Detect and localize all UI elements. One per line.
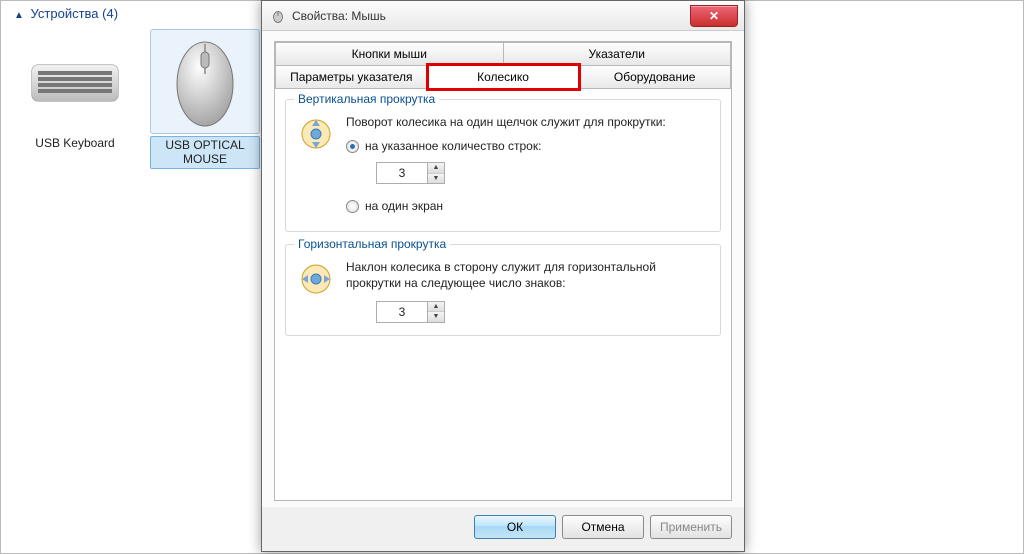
device-label: USB OPTICAL MOUSE bbox=[150, 136, 260, 169]
tab-wheel[interactable]: Колесико bbox=[428, 65, 580, 89]
spinner-down[interactable]: ▼ bbox=[428, 312, 444, 322]
horizontal-scroll-group: Горизонтальная прокрутка Наклон колеси bbox=[285, 244, 721, 336]
spinner-down[interactable]: ▼ bbox=[428, 174, 444, 184]
tab-row-2: Параметры указателя Колесико Оборудовани… bbox=[275, 65, 731, 89]
mouse-icon bbox=[150, 29, 260, 134]
wheel-vert-icon bbox=[296, 114, 336, 219]
cancel-button[interactable]: Отмена bbox=[562, 515, 644, 539]
close-icon: ✕ bbox=[709, 9, 719, 23]
tab-content-wheel: Вертикальная прокрутка Поворот колесик bbox=[275, 88, 731, 500]
spinner-up[interactable]: ▲ bbox=[428, 163, 444, 174]
vertical-lines-spinner[interactable]: 3 ▲ ▼ bbox=[376, 162, 445, 184]
close-button[interactable]: ✕ bbox=[690, 5, 738, 27]
apply-button[interactable]: Применить bbox=[650, 515, 732, 539]
radio-screen[interactable] bbox=[346, 200, 359, 213]
tab-buttons[interactable]: Кнопки мыши bbox=[275, 42, 504, 65]
device-mouse[interactable]: USB OPTICAL MOUSE bbox=[150, 29, 260, 169]
horizontal-desc: Наклон колесика в сторону служит для гор… bbox=[346, 259, 710, 291]
tab-pointer-options[interactable]: Параметры указателя bbox=[275, 65, 428, 89]
ok-button[interactable]: ОК bbox=[474, 515, 556, 539]
wheel-horiz-icon bbox=[296, 259, 336, 323]
titlebar[interactable]: Свойства: Мышь ✕ bbox=[262, 1, 744, 31]
vertical-scroll-group: Вертикальная прокрутка Поворот колесик bbox=[285, 99, 721, 232]
tab-row-1: Кнопки мыши Указатели bbox=[275, 42, 731, 65]
radio-lines-label: на указанное количество строк: bbox=[365, 138, 541, 154]
tab-hardware[interactable]: Оборудование bbox=[579, 65, 731, 89]
group-title: Горизонтальная прокрутка bbox=[294, 237, 450, 251]
mouse-small-icon bbox=[270, 8, 286, 24]
tab-pointers[interactable]: Указатели bbox=[504, 42, 732, 65]
devices-header-label: Устройства (4) bbox=[31, 6, 119, 21]
horizontal-chars-spinner[interactable]: 3 ▲ ▼ bbox=[376, 301, 445, 323]
device-label: USB Keyboard bbox=[20, 136, 130, 150]
keyboard-icon bbox=[20, 29, 130, 134]
radio-screen-label: на один экран bbox=[365, 198, 443, 214]
device-keyboard[interactable]: USB Keyboard bbox=[20, 29, 130, 169]
collapse-arrow-icon: ▲ bbox=[14, 10, 24, 21]
spinner-value[interactable]: 3 bbox=[377, 163, 427, 183]
spinner-value[interactable]: 3 bbox=[377, 302, 427, 322]
spinner-up[interactable]: ▲ bbox=[428, 302, 444, 313]
dialog-title: Свойства: Мышь bbox=[292, 9, 386, 23]
mouse-properties-dialog: Свойства: Мышь ✕ Кнопки мыши Указатели П… bbox=[261, 0, 745, 552]
group-title: Вертикальная прокрутка bbox=[294, 92, 439, 106]
radio-lines[interactable] bbox=[346, 140, 359, 153]
vertical-desc: Поворот колесика на один щелчок служит д… bbox=[346, 114, 710, 130]
dialog-footer: ОК Отмена Применить bbox=[262, 507, 744, 551]
